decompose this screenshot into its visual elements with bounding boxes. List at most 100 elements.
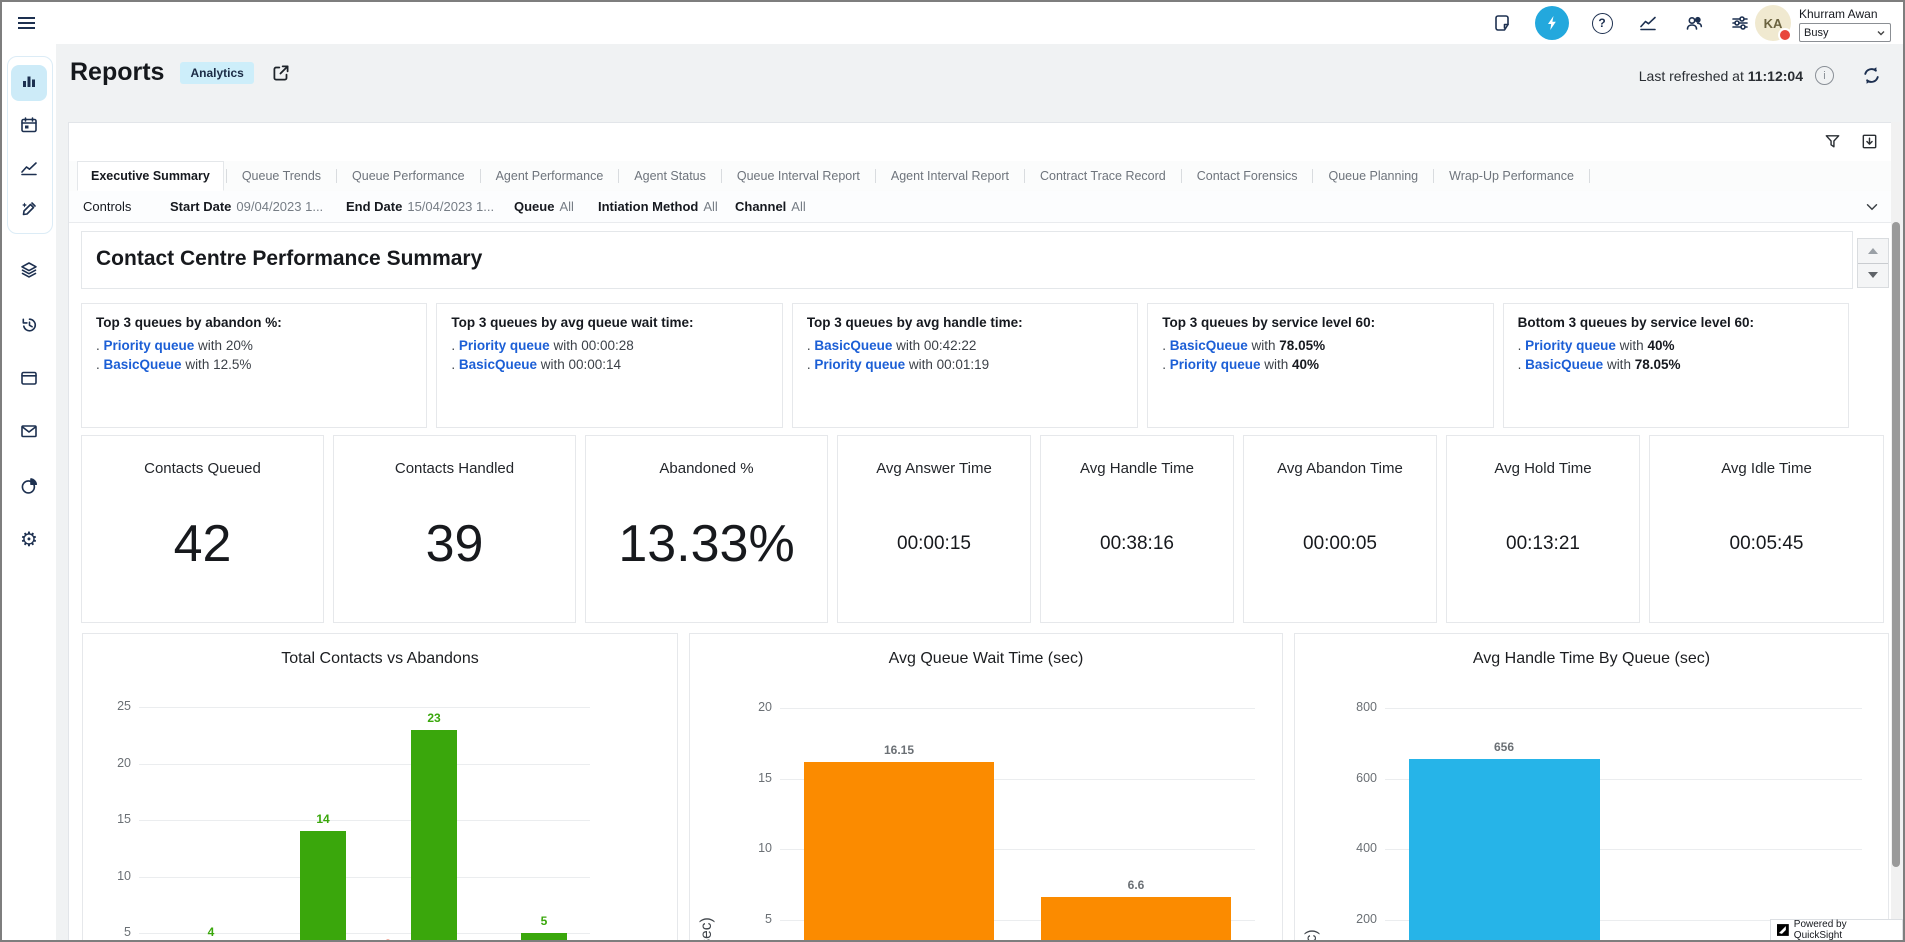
stat-value: 00:00:28 — [581, 338, 634, 353]
export-icon[interactable] — [1860, 132, 1879, 151]
brush-icon — [19, 199, 39, 224]
section-title: Contact Centre Performance Summary — [96, 247, 482, 271]
chevron-down-icon[interactable] — [1863, 198, 1881, 216]
control-value: All — [703, 199, 717, 214]
bar-value-label: 23 — [394, 711, 474, 725]
sidebar-item-metrics[interactable] — [11, 152, 47, 188]
tab-divider — [1589, 169, 1590, 183]
tab-contract-trace-record[interactable]: Contract Trace Record — [1027, 161, 1179, 191]
external-link-icon[interactable] — [270, 62, 292, 84]
last-refreshed-time: 11:12:04 — [1748, 68, 1803, 84]
bar-contacts[interactable] — [300, 831, 346, 942]
y-tick-label: 15 — [83, 812, 131, 826]
info-icon[interactable] — [1815, 66, 1834, 85]
tab-queue-performance[interactable]: Queue Performance — [339, 161, 478, 191]
tab-agent-performance[interactable]: Agent Performance — [483, 161, 617, 191]
card-title: Bottom 3 queues by service level 60: — [1518, 315, 1834, 330]
stat-value: 78.05% — [1279, 338, 1325, 353]
sidebar-item-calendar[interactable] — [11, 109, 47, 145]
tab-agent-interval-report[interactable]: Agent Interval Report — [878, 161, 1022, 191]
calendar-icon — [19, 115, 39, 140]
bar-handle[interactable] — [1409, 759, 1600, 942]
chart-avg-queue-wait-time: Avg Queue Wait Time (sec) Avg Queue Wait… — [689, 633, 1283, 942]
bar-wait[interactable] — [804, 762, 994, 942]
gridline — [139, 877, 590, 878]
control-value: 09/04/2023 1... — [236, 199, 323, 214]
sliders-icon[interactable] — [1727, 10, 1753, 36]
spin-down-button[interactable] — [1858, 264, 1888, 288]
kpi-row: Contacts Queued42Contacts Handled39Aband… — [81, 435, 1884, 623]
flash-icon[interactable] — [1535, 6, 1569, 40]
tab-divider — [226, 169, 227, 183]
agents-icon[interactable] — [1681, 10, 1707, 36]
kpi-card-avg-answer-time: Avg Answer Time00:00:15 — [837, 435, 1031, 623]
tab-queue-planning[interactable]: Queue Planning — [1315, 161, 1431, 191]
kpi-value: 00:00:05 — [1303, 465, 1377, 622]
queue-link[interactable]: Priority queue — [1170, 357, 1261, 372]
filter-icon[interactable] — [1823, 132, 1842, 151]
tab-executive-summary[interactable]: Executive Summary — [77, 161, 224, 191]
stat-value: 78.05% — [1635, 357, 1681, 372]
note-icon[interactable] — [1489, 10, 1515, 36]
tab-agent-status[interactable]: Agent Status — [621, 161, 719, 191]
y-tick-label: 10 — [83, 869, 131, 883]
sidebar-item-design[interactable] — [11, 193, 47, 229]
sidebar-item-layers[interactable] — [11, 254, 47, 290]
queue-link[interactable]: BasicQueue — [1170, 338, 1248, 353]
scrollbar-thumb[interactable] — [1892, 222, 1900, 867]
bar-value-label: 14 — [283, 812, 363, 826]
sidebar-item-reports[interactable] — [11, 470, 47, 506]
stat-value: 40% — [1292, 357, 1319, 372]
control-label: End Date — [346, 199, 402, 214]
control-value: 15/04/2023 1... — [407, 199, 494, 214]
top-queues-card: Top 3 queues by service level 60:. Basic… — [1147, 303, 1493, 428]
kpi-card-avg-idle-time: Avg Idle Time00:05:45 — [1649, 435, 1884, 623]
control-queue[interactable]: QueueAll — [514, 199, 574, 214]
tab-queue-trends[interactable]: Queue Trends — [229, 161, 334, 191]
queue-link[interactable]: BasicQueue — [1525, 357, 1603, 372]
pie-chart-icon — [19, 476, 39, 501]
spin-up-button[interactable] — [1858, 239, 1888, 264]
control-intiation-method[interactable]: Intiation Method All — [598, 199, 718, 214]
sidebar-item-settings[interactable]: ⚙ — [11, 522, 47, 558]
sidebar-item-analytics[interactable] — [11, 65, 47, 101]
control-label: Intiation Method — [598, 199, 698, 214]
avatar[interactable]: KA — [1755, 5, 1791, 41]
card-title: Top 3 queues by avg queue wait time: — [451, 315, 767, 330]
tab-contact-forensics[interactable]: Contact Forensics — [1184, 161, 1311, 191]
tab-bar: Executive SummaryQueue TrendsQueue Perfo… — [69, 161, 1895, 192]
gridline — [139, 820, 590, 821]
control-channel[interactable]: ChannelAll — [735, 199, 806, 214]
y-tick-label: 200 — [1295, 912, 1377, 926]
sidebar-item-history[interactable] — [11, 308, 47, 344]
control-start-date[interactable]: Start Date09/04/2023 1... — [170, 199, 323, 214]
connector-text: with — [905, 357, 937, 372]
kpi-value: 00:13:21 — [1506, 465, 1580, 622]
queue-link[interactable]: BasicQueue — [104, 357, 182, 372]
tab-queue-interval-report[interactable]: Queue Interval Report — [724, 161, 873, 191]
sidebar-item-mail[interactable] — [11, 415, 47, 451]
hamburger-menu-icon[interactable] — [18, 14, 35, 32]
queue-link[interactable]: Priority queue — [104, 338, 195, 353]
queue-link[interactable]: BasicQueue — [814, 338, 892, 353]
y-tick-label: 10 — [690, 841, 772, 855]
refresh-icon[interactable] — [1860, 64, 1883, 87]
bar-contacts[interactable] — [521, 933, 567, 942]
tab-wrap-up-performance[interactable]: Wrap-Up Performance — [1436, 161, 1587, 191]
sidebar-item-window[interactable] — [11, 362, 47, 398]
kpi-value: 00:05:45 — [1730, 465, 1804, 622]
bar-wait[interactable] — [1041, 897, 1231, 942]
status-select[interactable]: Busy — [1799, 23, 1891, 42]
trend-icon[interactable] — [1635, 10, 1661, 36]
avatar-initials: KA — [1764, 16, 1783, 31]
queue-link[interactable]: BasicQueue — [459, 357, 537, 372]
bar-contacts[interactable] — [411, 730, 457, 942]
tab-divider — [1433, 169, 1434, 183]
queue-link[interactable]: Priority queue — [814, 357, 905, 372]
quicksight-logo-icon — [1777, 924, 1789, 936]
controls-label: Controls — [83, 199, 131, 214]
queue-link[interactable]: Priority queue — [459, 338, 550, 353]
help-icon[interactable] — [1589, 10, 1615, 36]
control-end-date[interactable]: End Date 15/04/2023 1... — [346, 199, 494, 214]
queue-link[interactable]: Priority queue — [1525, 338, 1616, 353]
